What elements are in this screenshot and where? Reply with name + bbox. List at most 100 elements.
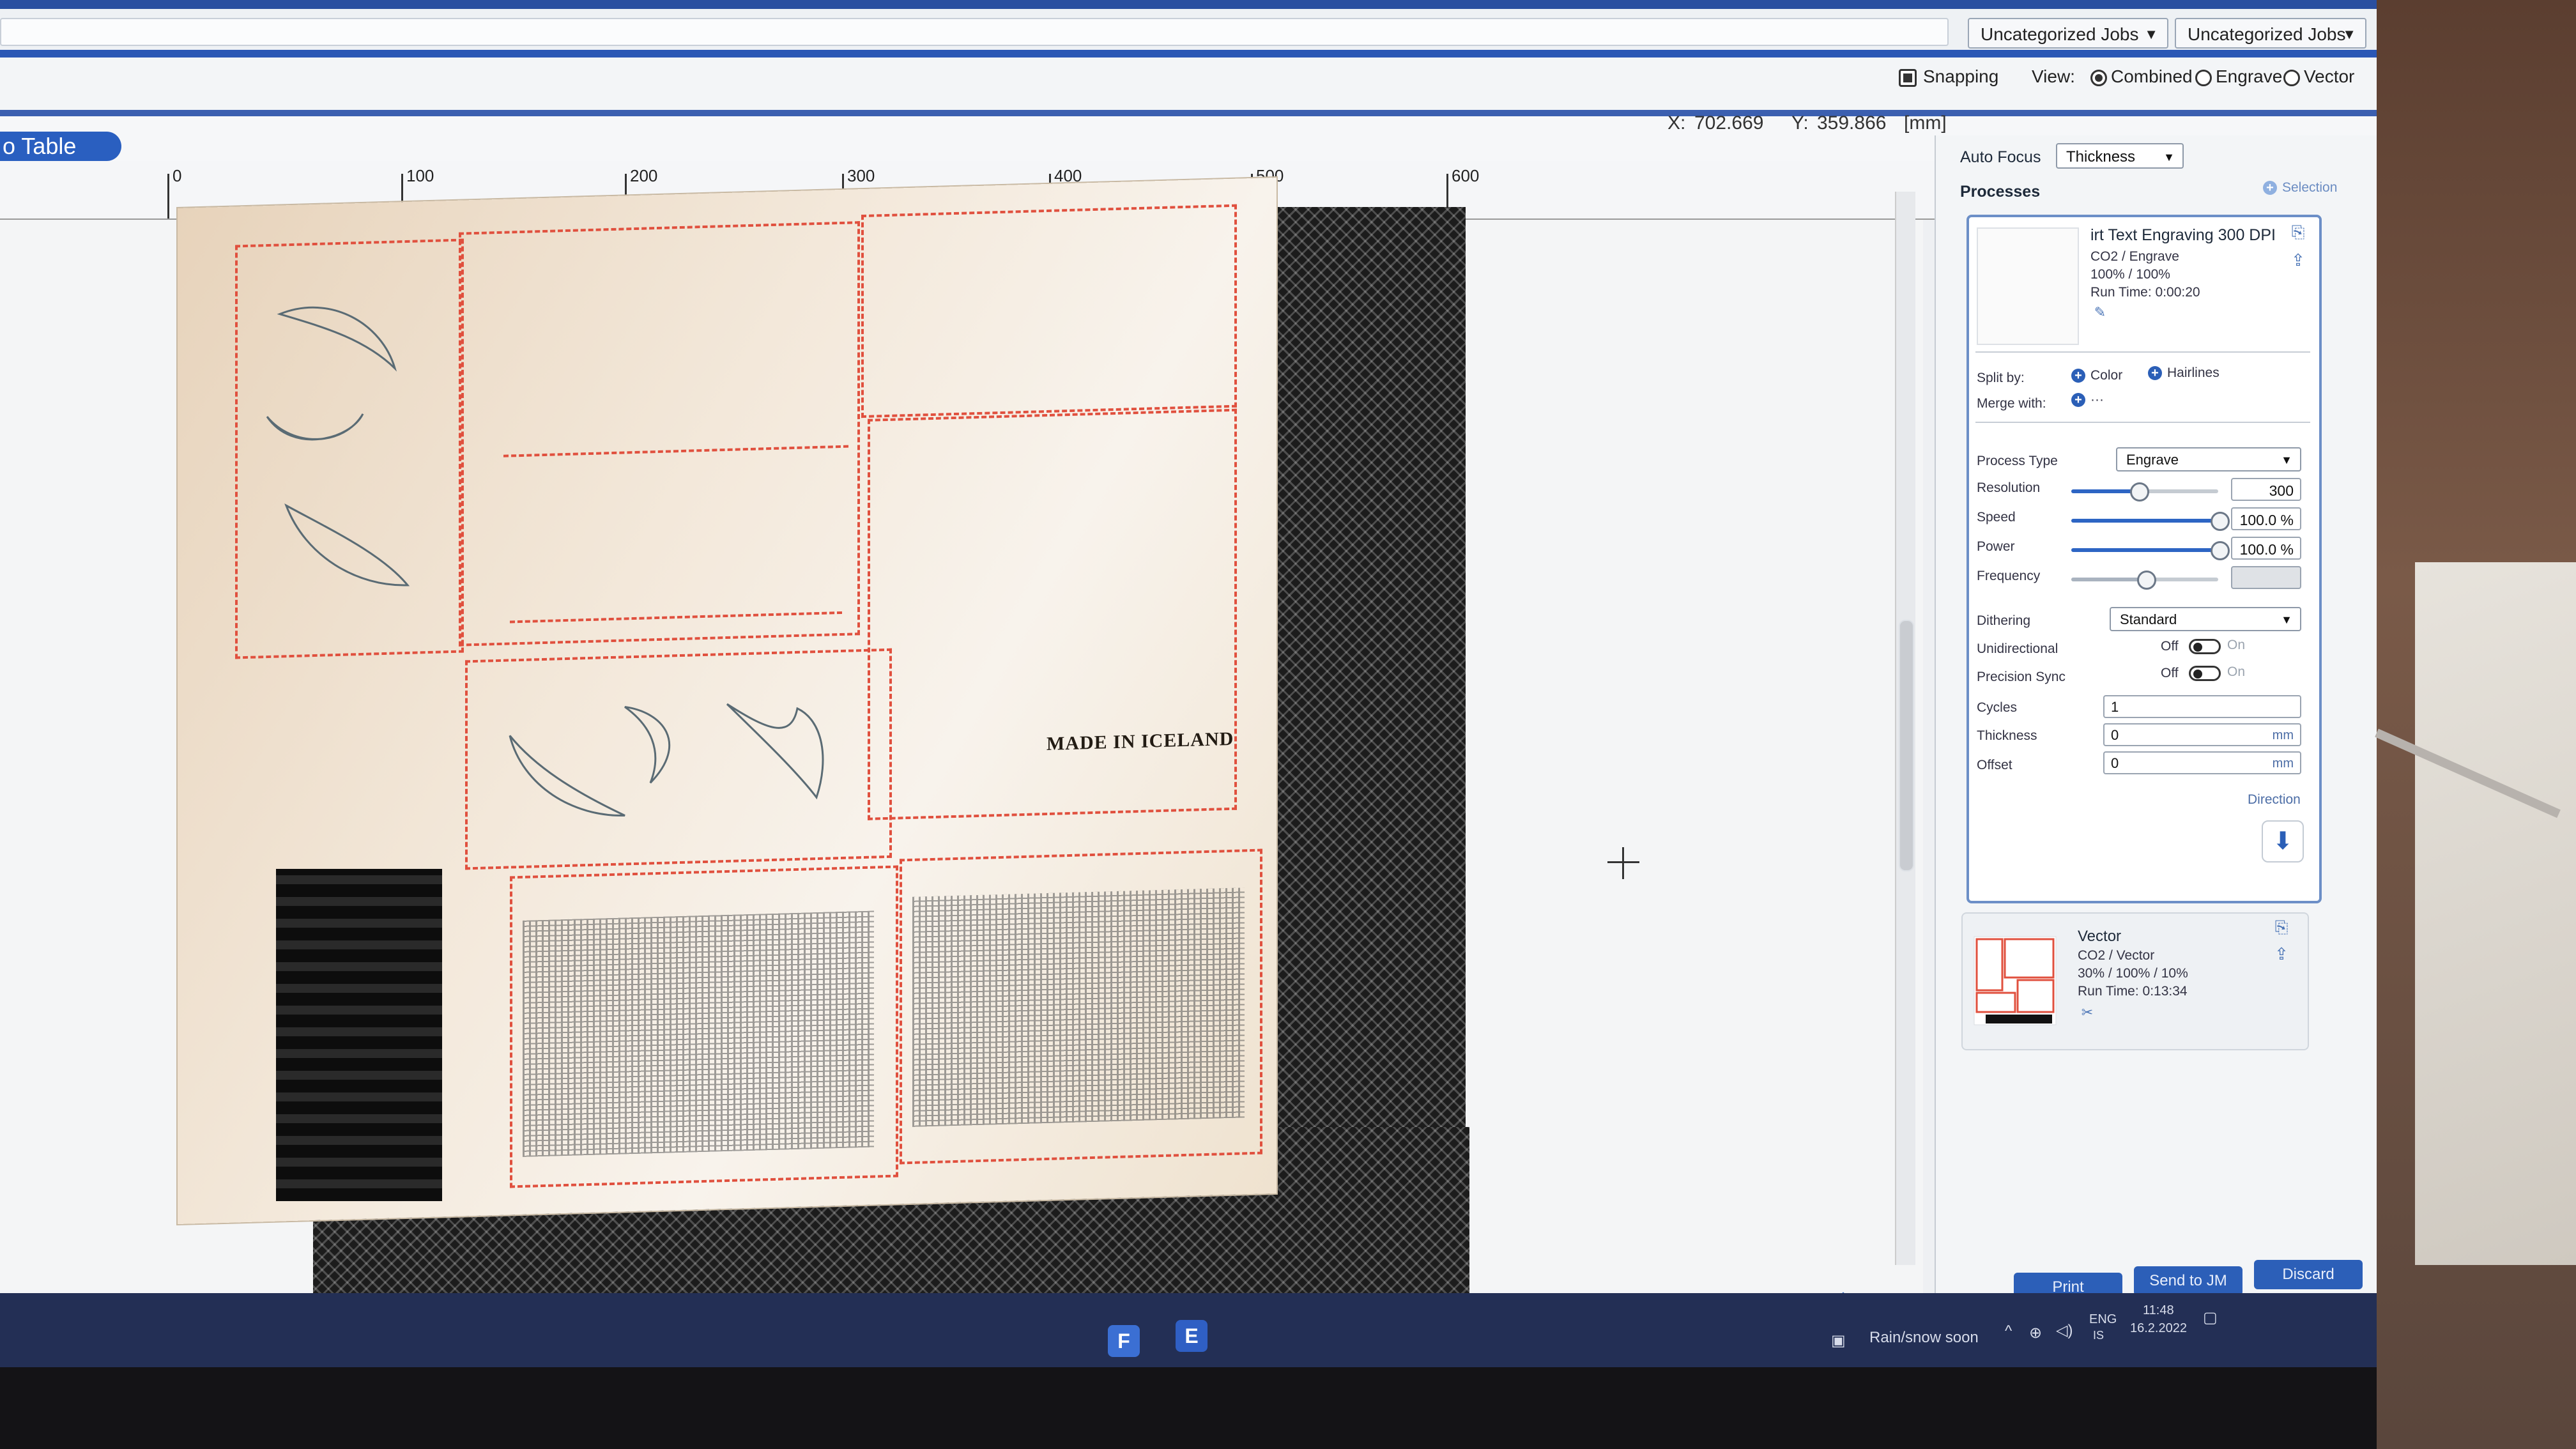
slider-knob[interactable]: [2211, 541, 2230, 560]
direction-down-icon[interactable]: ⬇: [2262, 820, 2304, 862]
toggle-off-label: Off: [2161, 639, 2179, 654]
save-process-icon[interactable]: ⎘: [2272, 917, 2291, 937]
slider-knob[interactable]: [2211, 512, 2230, 531]
split-color-label: Color: [2090, 368, 2123, 383]
table-tab[interactable]: o Table: [0, 132, 121, 161]
scrollbar-thumb[interactable]: [1899, 620, 1914, 871]
vector-process-card[interactable]: Vector CO2 / Vector 30% / 100% / 10% Run…: [1961, 912, 2309, 1050]
chevron-down-icon: ▼: [2281, 454, 2292, 466]
dithering-value: Standard: [2120, 611, 2177, 627]
job-category-dropdown-2-label: Uncategorized Jobs: [2188, 24, 2346, 44]
snapping-toggle[interactable]: Snapping: [1899, 66, 1998, 87]
ruler-label: 600: [1452, 166, 1480, 185]
ruler-label: 200: [630, 166, 658, 185]
slider-fill: [2071, 519, 2218, 523]
unidirectional-toggle[interactable]: [2189, 639, 2221, 654]
save-process-icon[interactable]: ⎘: [2288, 222, 2308, 241]
add-selection-button[interactable]: + Selection: [2263, 180, 2337, 195]
toggle-on-label: On: [2227, 664, 2246, 679]
clock-date[interactable]: 16.2.2022: [2130, 1321, 2187, 1336]
dithering-select[interactable]: Standard ▼: [2110, 607, 2301, 631]
resolution-input[interactable]: 300: [2231, 478, 2301, 501]
plus-icon: +: [2263, 181, 2277, 195]
offset-value: 0: [2111, 755, 2119, 771]
chevron-up-icon[interactable]: ^: [2005, 1322, 2012, 1340]
app-icon[interactable]: E: [1176, 1320, 1208, 1352]
export-process-icon[interactable]: ⇪: [2272, 944, 2291, 963]
speed-slider[interactable]: [2071, 512, 2230, 531]
unit-label: [mm]: [1904, 112, 1947, 134]
export-process-icon[interactable]: ⇪: [2288, 250, 2308, 270]
split-hairlines-button[interactable]: + Hairlines: [2148, 365, 2220, 381]
process-type-select[interactable]: Engrave ▼: [2116, 447, 2301, 471]
power-slider[interactable]: [2071, 541, 2230, 560]
canvas-scrollbar[interactable]: [1895, 192, 1915, 1265]
frequency-slider[interactable]: [2071, 571, 2218, 590]
slider-knob[interactable]: [2129, 482, 2149, 502]
y-coord-value: 359.866: [1817, 112, 1887, 134]
cut-piece: [868, 408, 1237, 820]
cycles-label: Cycles: [1977, 700, 2018, 715]
weather-icon: ▣: [1831, 1332, 1846, 1349]
resolution-slider[interactable]: [2071, 482, 2218, 502]
network-icon[interactable]: ⊕: [2029, 1324, 2042, 1342]
cycles-value: 1: [2111, 699, 2119, 715]
dithering-label: Dithering: [1977, 613, 2031, 628]
selection-label: Selection: [2282, 180, 2338, 195]
cut-piece: [861, 204, 1237, 418]
toggle-off-label: Off: [2161, 666, 2179, 680]
process-type-label: Process Type: [1977, 454, 2058, 468]
job-name-field[interactable]: [0, 18, 1949, 46]
header-divider: [0, 50, 2377, 57]
engrave-process-card[interactable]: irt Text Engraving 300 DPI CO2 / Engrave…: [1966, 215, 2322, 903]
cycles-input[interactable]: 1: [2103, 695, 2301, 718]
tool-icon: ✎: [2094, 304, 2106, 320]
app-icon[interactable]: F: [1108, 1325, 1140, 1357]
offset-unit: mm: [2272, 756, 2294, 770]
offset-input[interactable]: 0 mm: [2103, 751, 2301, 774]
power-input[interactable]: 100.0 %: [2231, 537, 2301, 560]
precision-sync-toggle[interactable]: [2189, 666, 2221, 681]
vector-process-runtime: Run Time: 0:13:34: [2078, 984, 2188, 999]
monitor-screen: Uncategorized Jobs ▼ Uncategorized Jobs …: [0, 0, 2377, 1449]
engrave-pattern: [912, 887, 1245, 1127]
job-category-dropdown-1[interactable]: Uncategorized Jobs ▼: [1968, 18, 2168, 49]
view-vector-radio[interactable]: Vector: [2283, 66, 2354, 87]
os-taskbar: F E ▣ Rain/snow soon ^ ⊕ ◁) ENG IS 11:48…: [0, 1293, 2377, 1367]
frequency-input: [2231, 566, 2301, 589]
vector-thumbnail: [1974, 936, 2057, 1025]
direction-label: Direction: [2248, 792, 2301, 807]
cut-piece: [459, 221, 860, 647]
view-combined-label: Combined: [2111, 66, 2193, 86]
speed-input[interactable]: 100.0 %: [2231, 507, 2301, 530]
slider-knob[interactable]: [2137, 571, 2156, 590]
thickness-input[interactable]: 0 mm: [2103, 723, 2301, 746]
divider: [1975, 351, 2310, 353]
merge-with-button[interactable]: + ···: [2071, 392, 2104, 408]
vector-process-type: CO2 / Vector: [2078, 948, 2155, 963]
radio-icon: [2283, 69, 2300, 86]
language-indicator[interactable]: ENG: [2089, 1312, 2117, 1327]
snapping-checkbox[interactable]: [1899, 68, 1917, 87]
clock-time[interactable]: 11:48: [2143, 1303, 2174, 1318]
volume-icon[interactable]: ◁): [2056, 1321, 2073, 1340]
language-sub: IS: [2093, 1329, 2104, 1342]
divider: [1975, 422, 2310, 423]
scissors-icon: ✂: [2081, 1004, 2094, 1020]
view-engrave-radio[interactable]: Engrave: [2195, 66, 2282, 87]
discard-button[interactable]: Discard: [2254, 1260, 2363, 1289]
precision-sync-label: Precision Sync: [1977, 670, 2066, 684]
slider-fill: [2071, 578, 2145, 581]
send-to-jm-button[interactable]: Send to JM: [2134, 1266, 2242, 1296]
split-color-button[interactable]: + Color: [2071, 368, 2122, 383]
clamp-rack: [276, 869, 442, 1201]
processes-heading: Processes: [1960, 183, 2041, 201]
job-category-dropdown-2[interactable]: Uncategorized Jobs ▼: [2175, 18, 2366, 49]
curve-shapes: [266, 306, 410, 586]
slider-fill: [2071, 548, 2218, 552]
view-toolbar: [0, 57, 2377, 116]
notification-icon[interactable]: ▢: [2203, 1308, 2218, 1327]
view-combined-radio[interactable]: Combined: [2090, 66, 2193, 87]
auto-focus-select[interactable]: Thickness ▼: [2056, 143, 2184, 169]
thickness-unit: mm: [2272, 728, 2294, 742]
